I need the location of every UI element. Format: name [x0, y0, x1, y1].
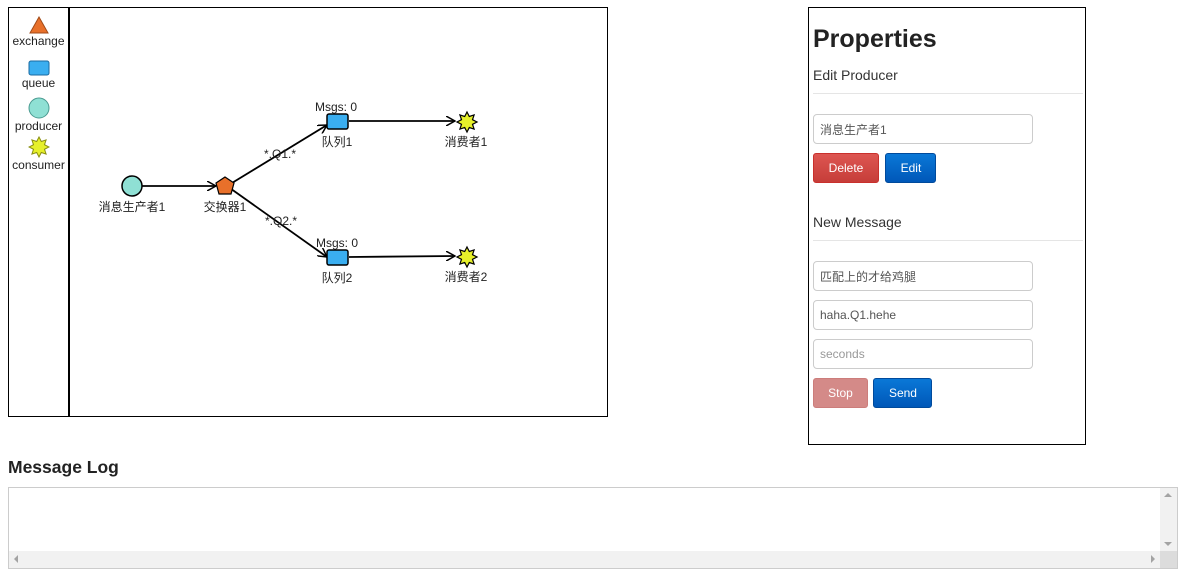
scroll-up-icon[interactable]	[1164, 493, 1172, 497]
consumer-label: 消费者2	[445, 270, 488, 284]
binding-label-1: *.Q1.*	[264, 147, 296, 161]
queue-label: 队列1	[322, 134, 353, 149]
message-log-content	[9, 488, 1160, 551]
properties-title: Properties	[813, 25, 937, 53]
consumer-node-1[interactable]: 消费者1	[445, 110, 488, 149]
scroll-down-icon[interactable]	[1164, 542, 1172, 546]
rectangle-icon	[326, 249, 349, 266]
circle-icon	[121, 175, 143, 197]
producer-name-input[interactable]	[813, 114, 1033, 144]
exchange-label: 交换器1	[204, 199, 247, 214]
scroll-left-icon[interactable]	[14, 555, 18, 563]
producer-node[interactable]: 消息生产者1	[99, 175, 166, 214]
send-button[interactable]: Send	[873, 378, 933, 408]
queue-msgs-count: Msgs: 0	[316, 236, 358, 250]
properties-panel: Properties Edit Producer Delete Edit New…	[808, 7, 1086, 445]
horizontal-scrollbar[interactable]	[9, 551, 1160, 568]
diagram-canvas[interactable]: exchange queue producer consumer *.Q1.* …	[8, 7, 608, 417]
new-message-heading: New Message	[813, 214, 902, 230]
message-text-input[interactable]	[813, 261, 1033, 291]
star-icon	[455, 110, 479, 134]
consumer-label: 消费者1	[445, 135, 488, 149]
message-log-title: Message Log	[8, 457, 119, 477]
divider	[813, 93, 1083, 94]
binding-label-2: *.Q2.*	[265, 214, 297, 228]
queue-label: 队列2	[322, 270, 353, 285]
message-log-textarea[interactable]	[8, 487, 1178, 569]
delete-button[interactable]: Delete	[813, 153, 879, 183]
queue-node-2[interactable]: Msgs: 0 队列2	[316, 236, 358, 285]
divider	[813, 240, 1083, 241]
producer-label: 消息生产者1	[99, 199, 166, 214]
routing-key-input[interactable]	[813, 300, 1033, 330]
edge-queue2-consumer2[interactable]	[348, 256, 455, 257]
topology-diagram[interactable]: *.Q1.* *.Q2.* 消息生产者1 交换器1 Msgs: 0 队列1 Ms…	[9, 8, 607, 416]
queue-msgs-count: Msgs: 0	[315, 100, 357, 114]
scrollbar-corner	[1160, 551, 1177, 568]
scroll-right-icon[interactable]	[1151, 555, 1155, 563]
seconds-input[interactable]	[813, 339, 1033, 369]
pentagon-icon	[215, 176, 235, 195]
queue-node-1[interactable]: Msgs: 0 队列1	[315, 100, 357, 149]
stop-button[interactable]: Stop	[813, 378, 868, 408]
edit-producer-heading: Edit Producer	[813, 67, 898, 83]
star-icon	[455, 245, 479, 269]
consumer-node-2[interactable]: 消费者2	[445, 245, 488, 284]
edit-button[interactable]: Edit	[885, 153, 937, 183]
rectangle-icon	[326, 113, 349, 130]
